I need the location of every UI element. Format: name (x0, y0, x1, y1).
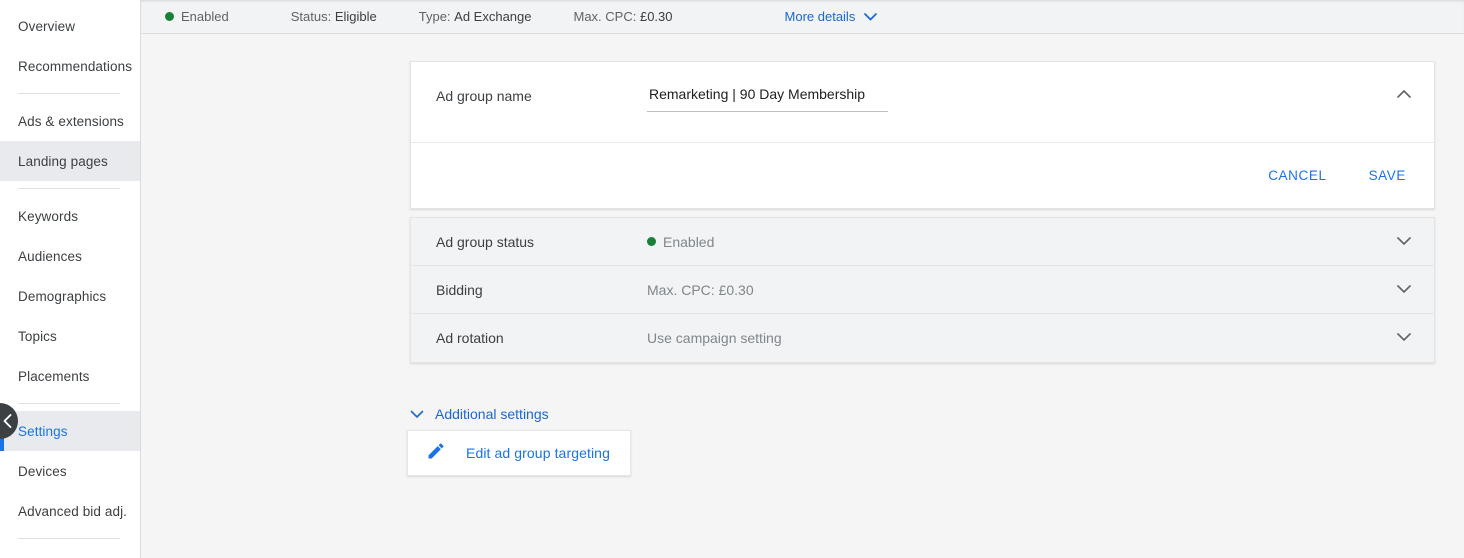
ad-group-name-label: Ad group name (436, 88, 532, 104)
sidebar-item-label: Keywords (18, 208, 79, 224)
status-dot-icon (165, 12, 174, 21)
enabled-label: Enabled (181, 9, 229, 24)
type-field-value: Ad Exchange (454, 9, 532, 24)
setting-row-value: Enabled (663, 233, 715, 250)
setting-row-label: Ad rotation (436, 330, 504, 346)
edit-ad-group-targeting-button[interactable]: Edit ad group targeting (407, 430, 631, 476)
status-field-value: Eligible (334, 9, 377, 24)
ad-group-summary-bar: Enabled Status: Eligible Type: Ad Exchan… (141, 0, 1464, 34)
setting-row-ad-group-status[interactable]: Ad group status Enabled (411, 218, 1434, 266)
chevron-left-icon (2, 413, 13, 429)
type-field-label: Type: (418, 9, 451, 24)
sidebar-item-label: Recommendations (18, 58, 133, 74)
ad-group-name-input-wrap (647, 86, 888, 112)
sidebar-divider (18, 93, 120, 94)
sidebar-item-label: Advanced bid adj. (18, 503, 128, 519)
sidebar-item-topics[interactable]: Topics (0, 316, 140, 356)
ad-group-name-row: Ad group name (411, 62, 1434, 142)
sidebar-divider (18, 188, 120, 189)
sidebar-item-ads-extensions[interactable]: Ads & extensions (0, 101, 140, 141)
more-details-label: More details (784, 9, 856, 24)
setting-row-value-wrap: Max. CPC: £0.30 (647, 282, 754, 298)
status-dot-icon (647, 237, 656, 246)
sidebar-item-landing-pages[interactable]: Landing pages (0, 141, 140, 181)
sidebar-item-label: Topics (18, 328, 57, 344)
sidebar-divider (18, 403, 120, 404)
chevron-down-icon[interactable] (1396, 329, 1412, 347)
edit-ad-group-targeting-label: Edit ad group targeting (466, 445, 610, 461)
cancel-button[interactable]: CANCEL (1262, 160, 1332, 191)
sidebar-item-settings[interactable]: Settings (0, 411, 140, 451)
ad-group-name-card: Ad group name CANCEL SAVE (410, 61, 1435, 209)
sidebar-item-label: Audiences (18, 248, 82, 264)
sidebar-item-recommendations[interactable]: Recommendations (0, 46, 140, 86)
sidebar-item-change-history[interactable]: Change history (0, 546, 140, 558)
chevron-down-icon[interactable] (1396, 233, 1412, 251)
sidebar-item-label: Settings (18, 423, 68, 439)
sidebar-divider (18, 538, 120, 539)
status-badge: Enabled (165, 9, 229, 24)
left-navigation-sidebar: Overview Recommendations Ads & extensions L… (0, 0, 141, 558)
sidebar-item-placements[interactable]: Placements (0, 356, 140, 396)
setting-row-value: Max. CPC: £0.30 (647, 281, 754, 298)
sidebar-item-demographics[interactable]: Demographics (0, 276, 140, 316)
card-action-bar: CANCEL SAVE (411, 142, 1434, 208)
sidebar-item-audiences[interactable]: Audiences (0, 236, 140, 276)
settings-content: Ad group name CANCEL SAVE Ad group statu… (141, 34, 1464, 558)
sidebar-item-label: Devices (18, 463, 67, 479)
save-button[interactable]: SAVE (1363, 160, 1412, 191)
setting-row-ad-rotation[interactable]: Ad rotation Use campaign setting (411, 314, 1434, 362)
status-field-label: Status: (290, 9, 332, 24)
sidebar-item-label: Overview (18, 18, 76, 34)
sidebar-item-devices[interactable]: Devices (0, 451, 140, 491)
chevron-down-icon (864, 9, 878, 24)
additional-settings-label: Additional settings (435, 406, 549, 422)
chevron-down-icon (410, 406, 424, 422)
setting-row-value-wrap: Enabled (647, 234, 714, 250)
sidebar-item-keywords[interactable]: Keywords (0, 196, 140, 236)
sidebar-item-label: Demographics (18, 288, 107, 304)
pencil-icon (426, 441, 446, 466)
status-field: Status: Eligible (291, 9, 377, 24)
setting-row-value-wrap: Use campaign setting (647, 330, 782, 346)
setting-row-label: Ad group status (436, 233, 535, 250)
max-cpc-field: Max. CPC: £0.30 (574, 9, 673, 24)
sidebar-item-label: Ads & extensions (18, 113, 124, 129)
sidebar-item-label: Placements (18, 368, 90, 384)
more-details-toggle[interactable]: More details (785, 9, 878, 24)
type-field: Type: Ad Exchange (419, 9, 532, 24)
collapsed-settings-card: Ad group status Enabled Bidding Max. CPC: £… (410, 217, 1435, 363)
max-cpc-value: £0.30 (639, 9, 673, 24)
setting-row-value: Use campaign setting (647, 330, 782, 346)
setting-row-bidding[interactable]: Bidding Max. CPC: £0.30 (411, 266, 1434, 314)
sidebar-item-label: Landing pages (18, 153, 108, 169)
chevron-up-icon[interactable] (1396, 86, 1412, 104)
setting-row-label: Bidding (436, 281, 483, 298)
main-content-area: Enabled Status: Eligible Type: Ad Exchan… (141, 0, 1464, 558)
additional-settings-toggle[interactable]: Additional settings (410, 406, 549, 422)
max-cpc-label: Max. CPC: (573, 9, 637, 24)
sidebar-item-advanced-bid-adj[interactable]: Advanced bid adj. (0, 491, 140, 531)
sidebar-item-overview[interactable]: Overview (0, 6, 140, 46)
chevron-down-icon[interactable] (1396, 281, 1412, 299)
ad-group-name-input[interactable] (647, 86, 888, 112)
app-root: Overview Recommendations Ads & extensions L… (0, 0, 1464, 558)
